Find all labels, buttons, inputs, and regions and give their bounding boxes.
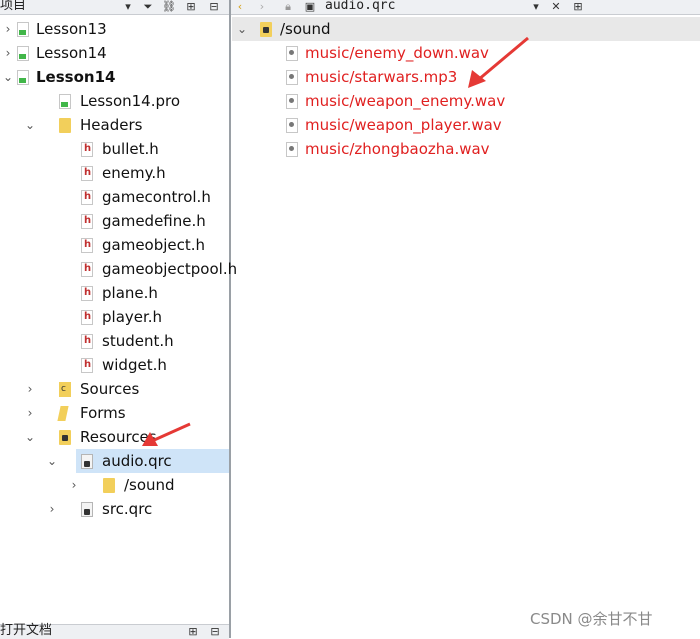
open-documents-header: 打开文档 ⊞ ⊟: [0, 623, 229, 639]
close-panel-icon[interactable]: ⊟: [208, 625, 222, 639]
open-documents-title: 打开文档: [0, 623, 53, 638]
annotation-arrow-left: [142, 422, 191, 446]
split-icon[interactable]: ⊞: [186, 625, 200, 639]
annotation-arrows: [142, 36, 529, 446]
watermark: CSDN @余甘不甘: [530, 610, 653, 628]
annotation-arrow-right: [468, 36, 529, 88]
